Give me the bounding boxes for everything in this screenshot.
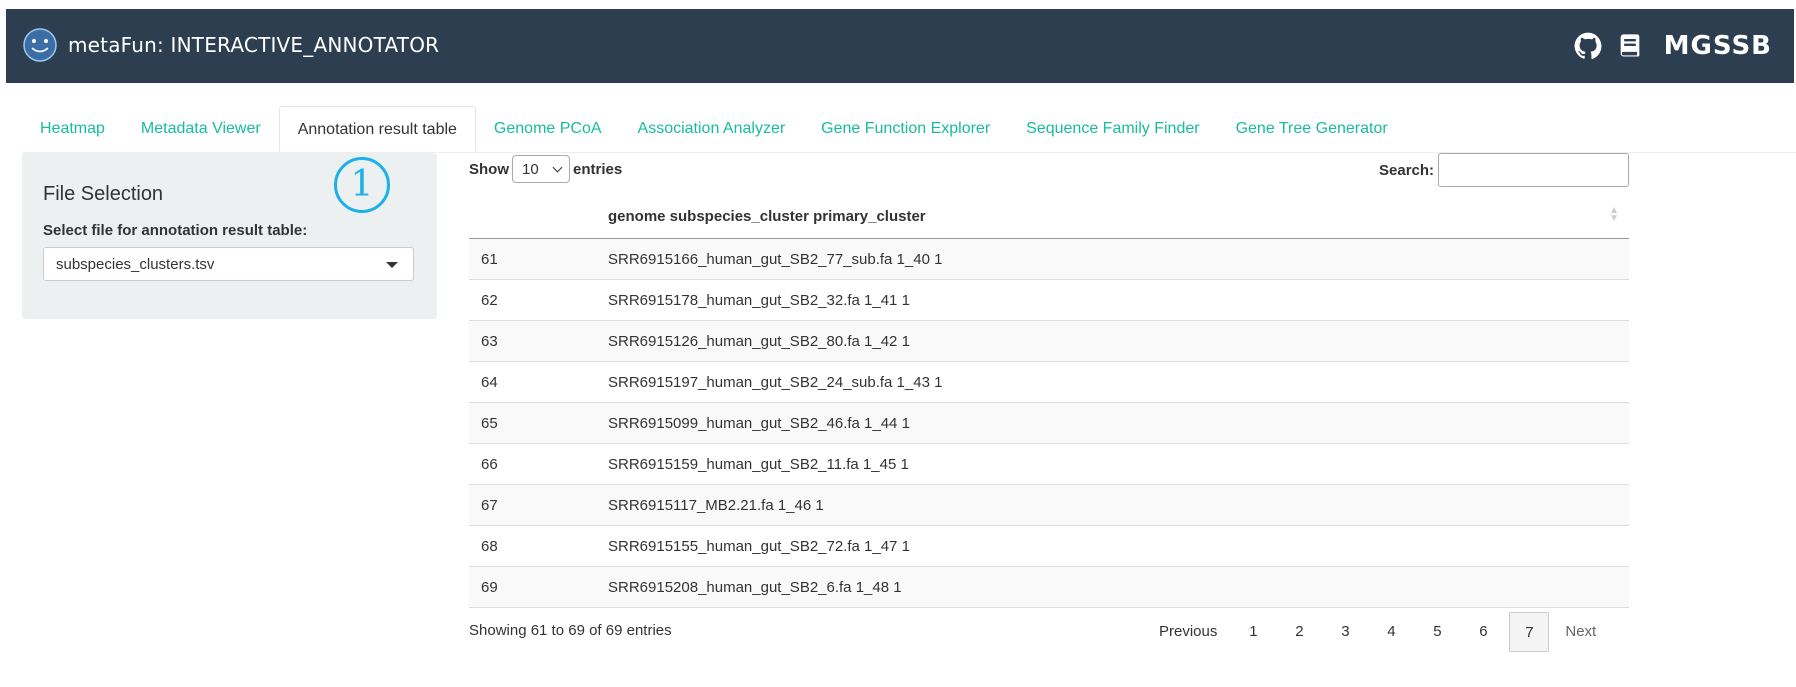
row-index: 68 <box>469 525 608 567</box>
table-row: 66 SRR6915159_human_gut_SB2_11.fa 1_45 1 <box>469 443 1629 485</box>
row-value: SRR6915208_human_gut_SB2_6.fa 1_48 1 <box>608 566 1629 608</box>
entries-per-page-value: 10 <box>522 161 539 178</box>
entries-per-page-select[interactable]: 10 <box>512 155 570 183</box>
table-row: 62 SRR6915178_human_gut_SB2_32.fa 1_41 1 <box>469 279 1629 321</box>
tab-bar: Heatmap Metadata Viewer Annotation resul… <box>22 106 1796 153</box>
row-index: 62 <box>469 279 608 321</box>
page-button-6[interactable]: 6 <box>1463 612 1503 652</box>
panel-title: File Selection <box>43 183 164 205</box>
tab-annotation-result-table[interactable]: Annotation result table <box>278 106 476 152</box>
page-button-5[interactable]: 5 <box>1417 612 1457 652</box>
row-index: 69 <box>469 566 608 608</box>
row-value: SRR6915166_human_gut_SB2_77_sub.fa 1_40 … <box>608 238 1629 280</box>
table-row: 65 SRR6915099_human_gut_SB2_46.fa 1_44 1 <box>469 402 1629 444</box>
index-column-header[interactable] <box>469 194 608 239</box>
table-row: 61 SRR6915166_human_gut_SB2_77_sub.fa 1_4… <box>469 238 1629 280</box>
row-index: 61 <box>469 238 608 280</box>
table-row: 64 SRR6915197_human_gut_SB2_24_sub.fa 1_4… <box>469 361 1629 403</box>
row-index: 66 <box>469 443 608 485</box>
app-title: metaFun: INTERACTIVE_ANNOTATOR <box>68 33 440 57</box>
row-index: 63 <box>469 320 608 362</box>
table-row: 68 SRR6915155_human_gut_SB2_72.fa 1_47 1 <box>469 525 1629 567</box>
row-value: SRR6915155_human_gut_SB2_72.fa 1_47 1 <box>608 525 1629 567</box>
row-index: 64 <box>469 361 608 403</box>
table-row: 69 SRR6915208_human_gut_SB2_6.fa 1_48 1 <box>469 566 1629 608</box>
chevron-down-icon <box>552 162 563 173</box>
pagination: Previous 1 2 3 4 5 6 7 Next <box>1146 612 1609 652</box>
table-row: 63 SRR6915126_human_gut_SB2_80.fa 1_42 1 <box>469 320 1629 362</box>
tab-association-analyzer[interactable]: Association Analyzer <box>620 106 804 152</box>
caret-down-icon <box>386 262 398 268</box>
page-button-4[interactable]: 4 <box>1371 612 1411 652</box>
next-page-button[interactable]: Next <box>1555 612 1606 652</box>
cluster-column-header[interactable]: genome subspecies_cluster primary_cluste… <box>608 194 1629 239</box>
row-value: SRR6915197_human_gut_SB2_24_sub.fa 1_43 … <box>608 361 1629 403</box>
tab-metadata-viewer[interactable]: Metadata Viewer <box>123 106 279 152</box>
table-info: Showing 61 to 69 of 69 entries <box>469 622 672 639</box>
search-input[interactable] <box>1438 153 1630 187</box>
previous-page-button[interactable]: Previous <box>1149 612 1227 652</box>
step-number-badge: 1 <box>334 157 390 213</box>
tab-gene-function-explorer[interactable]: Gene Function Explorer <box>803 106 1008 152</box>
tab-sequence-family-finder[interactable]: Sequence Family Finder <box>1008 106 1217 152</box>
navbar: metaFun: INTERACTIVE_ANNOTATOR MGSSB <box>6 9 1794 83</box>
page-button-1[interactable]: 1 <box>1233 612 1273 652</box>
row-value: SRR6915178_human_gut_SB2_32.fa 1_41 1 <box>608 279 1629 321</box>
show-label: Show <box>469 160 509 178</box>
book-icon[interactable] <box>1616 32 1644 60</box>
row-value: SRR6915126_human_gut_SB2_80.fa 1_42 1 <box>608 320 1629 362</box>
file-select-dropdown[interactable]: subspecies_clusters.tsv <box>43 247 414 281</box>
row-value: SRR6915099_human_gut_SB2_46.fa 1_44 1 <box>608 402 1629 444</box>
search-label: Search: <box>1379 161 1435 179</box>
table-length-control: Show 10 entries <box>469 155 622 183</box>
entries-label: entries <box>573 160 623 178</box>
page-button-2[interactable]: 2 <box>1279 612 1319 652</box>
row-value: SRR6915117_MB2.21.fa 1_46 1 <box>608 484 1629 526</box>
file-select-label: Select file for annotation result table: <box>43 222 308 239</box>
page-button-7[interactable]: 7 <box>1509 612 1550 652</box>
sort-icon: ▲ ▼ <box>1609 205 1619 224</box>
row-value: SRR6915159_human_gut_SB2_11.fa 1_45 1 <box>608 443 1629 485</box>
row-index: 65 <box>469 402 608 444</box>
row-index: 67 <box>469 484 608 526</box>
tab-heatmap[interactable]: Heatmap <box>22 106 123 152</box>
smiley-logo-icon[interactable] <box>22 27 58 63</box>
table-search: Search: <box>1379 153 1630 187</box>
table-header-row: genome subspecies_cluster primary_cluste… <box>469 194 1629 239</box>
cluster-column-header-label: genome subspecies_cluster primary_cluste… <box>608 207 926 225</box>
tab-gene-tree-generator[interactable]: Gene Tree Generator <box>1218 106 1406 152</box>
file-select-value: subspecies_clusters.tsv <box>56 256 215 273</box>
table-row: 67 SRR6915117_MB2.21.fa 1_46 1 <box>469 484 1629 526</box>
page-button-3[interactable]: 3 <box>1325 612 1365 652</box>
brand-logo[interactable]: MGSSB <box>1664 31 1772 61</box>
tab-genome-pcoa[interactable]: Genome PCoA <box>476 106 620 152</box>
navbar-icons: MGSSB <box>1574 31 1772 61</box>
annotation-result-table: genome subspecies_cluster primary_cluste… <box>469 194 1629 608</box>
github-icon[interactable] <box>1574 32 1602 60</box>
